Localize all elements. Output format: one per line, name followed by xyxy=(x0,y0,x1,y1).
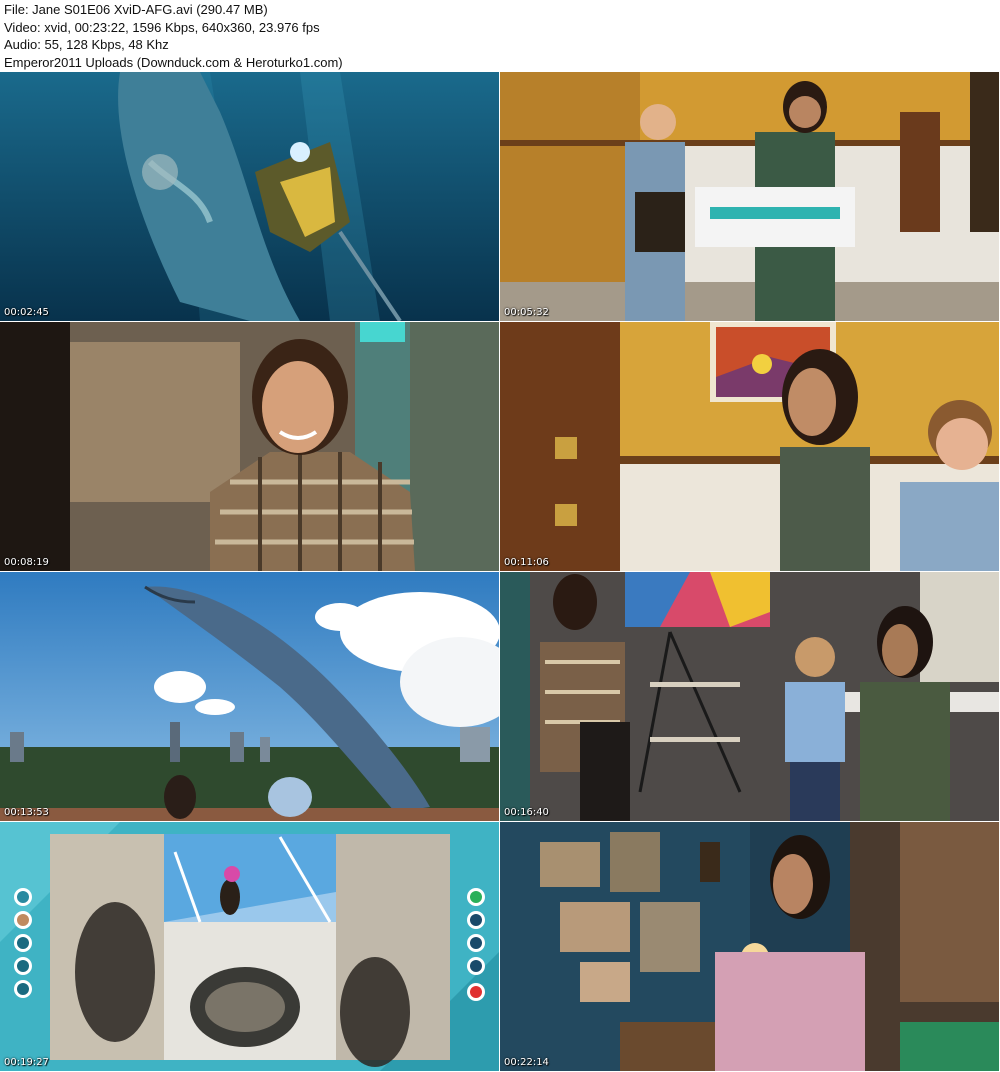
timestamp-7: 00:19:27 xyxy=(4,1057,49,1068)
bedroom-scene-image xyxy=(500,822,999,1071)
timestamp-8: 00:22:14 xyxy=(504,1057,549,1068)
uploader-line: Emperor2011 Uploads (Downduck.com & Hero… xyxy=(4,54,343,70)
thumbnail-grid: 00:02:45 00:05:32 00:08:19 00:11:06 00:1… xyxy=(0,72,1000,1072)
thumbnail-4[interactable]: 00:11:06 xyxy=(500,322,999,571)
underwater-scene-image xyxy=(0,72,499,321)
timestamp-4: 00:11:06 xyxy=(504,557,549,568)
file-info-header: File: Jane S01E06 XviD-AFG.avi (290.47 M… xyxy=(0,0,1000,72)
timestamp-2: 00:05:32 xyxy=(504,307,549,318)
woman-scene-image xyxy=(0,322,499,571)
whale-city-scene-image xyxy=(0,572,499,821)
file-line: File: Jane S01E06 XviD-AFG.avi (290.47 M… xyxy=(4,2,268,17)
timestamp-1: 00:02:45 xyxy=(4,307,49,318)
audio-line: Audio: 55, 128 Kbps, 48 Khz xyxy=(4,37,169,52)
thumbnail-7[interactable]: 00:19:27 xyxy=(0,822,499,1071)
hallway-scene-image xyxy=(500,72,999,321)
video-call-scene-image xyxy=(0,822,499,1071)
thumbnail-2[interactable]: 00:05:32 xyxy=(500,72,999,321)
thumbnail-3[interactable]: 00:08:19 xyxy=(0,322,499,571)
timestamp-5: 00:13:53 xyxy=(4,807,49,818)
yellow-hallway-scene-image xyxy=(500,322,999,571)
video-line: Video: xvid, 00:23:22, 1596 Kbps, 640x36… xyxy=(4,19,320,35)
thumbnail-5[interactable]: 00:13:53 xyxy=(0,572,499,821)
thumbnail-8[interactable]: 00:22:14 xyxy=(500,822,999,1071)
timestamp-6: 00:16:40 xyxy=(504,807,549,818)
kitchen-scene-image xyxy=(500,572,999,821)
timestamp-3: 00:08:19 xyxy=(4,557,49,568)
thumbnail-1[interactable]: 00:02:45 xyxy=(0,72,499,321)
thumbnail-6[interactable]: 00:16:40 xyxy=(500,572,999,821)
